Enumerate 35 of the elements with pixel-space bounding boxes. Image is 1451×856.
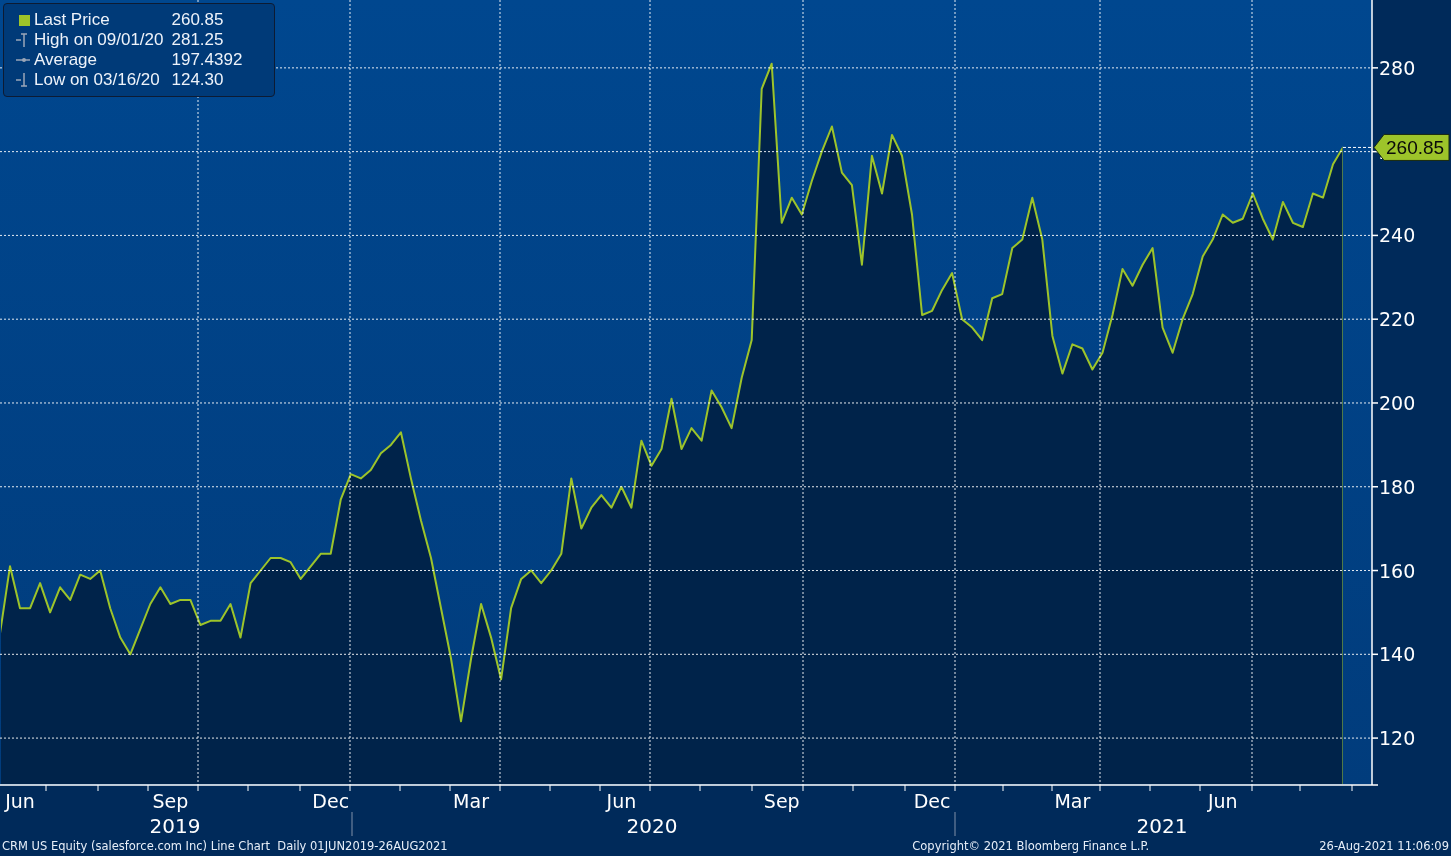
average-marker-icon — [14, 55, 30, 65]
legend-value: 197.4392 — [170, 50, 244, 70]
legend-label: Last Price — [34, 10, 111, 30]
timestamp: 26-Aug-2021 11:06:09 — [1319, 839, 1449, 853]
y-axis-label: 180 — [1379, 475, 1416, 498]
year-label: 2021 — [1136, 814, 1188, 836]
high-marker-icon — [14, 33, 30, 47]
legend-label: High on 09/01/20 — [34, 30, 164, 50]
legend-value: 281.25 — [170, 30, 225, 50]
legend-label: Low on 03/16/20 — [34, 70, 161, 90]
y-axis-label: 240 — [1379, 224, 1416, 247]
low-marker-icon — [14, 73, 30, 87]
last-price-tag: 260.85 — [1373, 133, 1450, 161]
x-axis-label: Mar — [1054, 790, 1091, 812]
year-label: 2019 — [149, 814, 201, 836]
y-axis-label: 120 — [1379, 727, 1416, 750]
x-axis-label: Jun — [606, 790, 637, 812]
x-axis-label: Sep — [152, 790, 189, 812]
y-axis-label: 160 — [1379, 559, 1416, 582]
x-axis-label: Jun — [1207, 790, 1238, 812]
legend-value: 124.30 — [170, 70, 225, 90]
copyright-notice: Copyright© 2021 Bloomberg Finance L.P. — [912, 839, 1150, 853]
y-axis-label: 200 — [1379, 391, 1416, 414]
x-axis-label: Dec — [312, 790, 350, 812]
legend-label: Average — [34, 50, 98, 70]
y-axis-label: 220 — [1379, 308, 1416, 331]
y-axis-label: 280 — [1379, 56, 1416, 79]
year-label: 2020 — [626, 814, 678, 836]
x-axis-label: Dec — [913, 790, 951, 812]
x-axis-label: Mar — [453, 790, 489, 812]
x-axis-label: Jun — [5, 790, 35, 812]
x-axis-label: Sep — [763, 790, 800, 812]
chart-description: CRM US Equity (salesforce.com Inc) Line Chart Daily 01JUN2019-26AUG2021 — [2, 839, 449, 853]
legend-value: 260.85 — [170, 10, 225, 30]
y-axis-label: 140 — [1379, 643, 1416, 666]
